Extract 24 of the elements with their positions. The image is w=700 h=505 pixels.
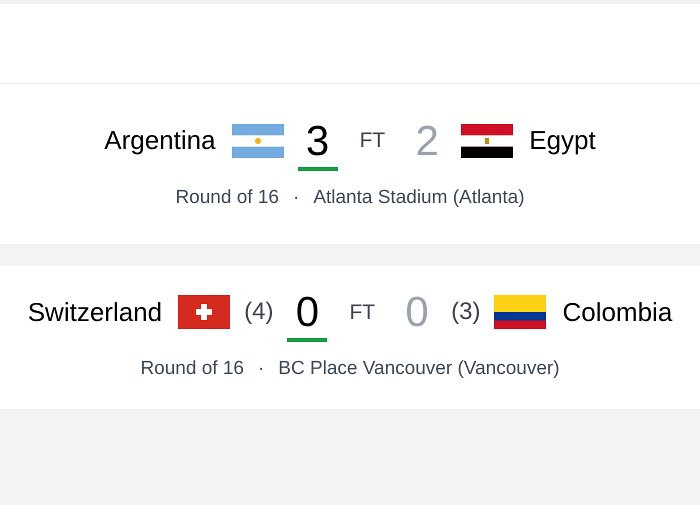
- team-score: 3: [298, 120, 338, 162]
- venue-label: Atlanta Stadium (Atlanta): [313, 186, 525, 210]
- flag-icon: [494, 295, 546, 330]
- flag-icon: [178, 295, 230, 330]
- round-label: Round of 16: [175, 186, 279, 210]
- team-name: Egypt: [529, 124, 596, 158]
- penalty-score: (3): [451, 297, 480, 328]
- match-status: FT: [360, 128, 386, 154]
- penalty-score: (4): [244, 297, 274, 328]
- team-score: 0: [287, 291, 328, 334]
- winner-underline: [287, 338, 328, 342]
- team-name: Colombia: [562, 296, 672, 329]
- separator-dot: ·: [258, 357, 264, 382]
- winner-underline: [298, 166, 338, 171]
- round-label: Round of 16: [140, 357, 244, 382]
- venue-label: BC Place Vancouver (Vancouver): [278, 357, 560, 382]
- team-score: 2: [414, 120, 440, 162]
- team-score: 0: [404, 291, 430, 334]
- team-name: Argentina: [104, 124, 216, 158]
- flag-icon: [461, 124, 514, 158]
- team-name: Switzerland: [28, 296, 162, 329]
- separator-dot: ·: [292, 186, 300, 210]
- flag-icon: [232, 124, 284, 158]
- match-status: FT: [349, 300, 376, 326]
